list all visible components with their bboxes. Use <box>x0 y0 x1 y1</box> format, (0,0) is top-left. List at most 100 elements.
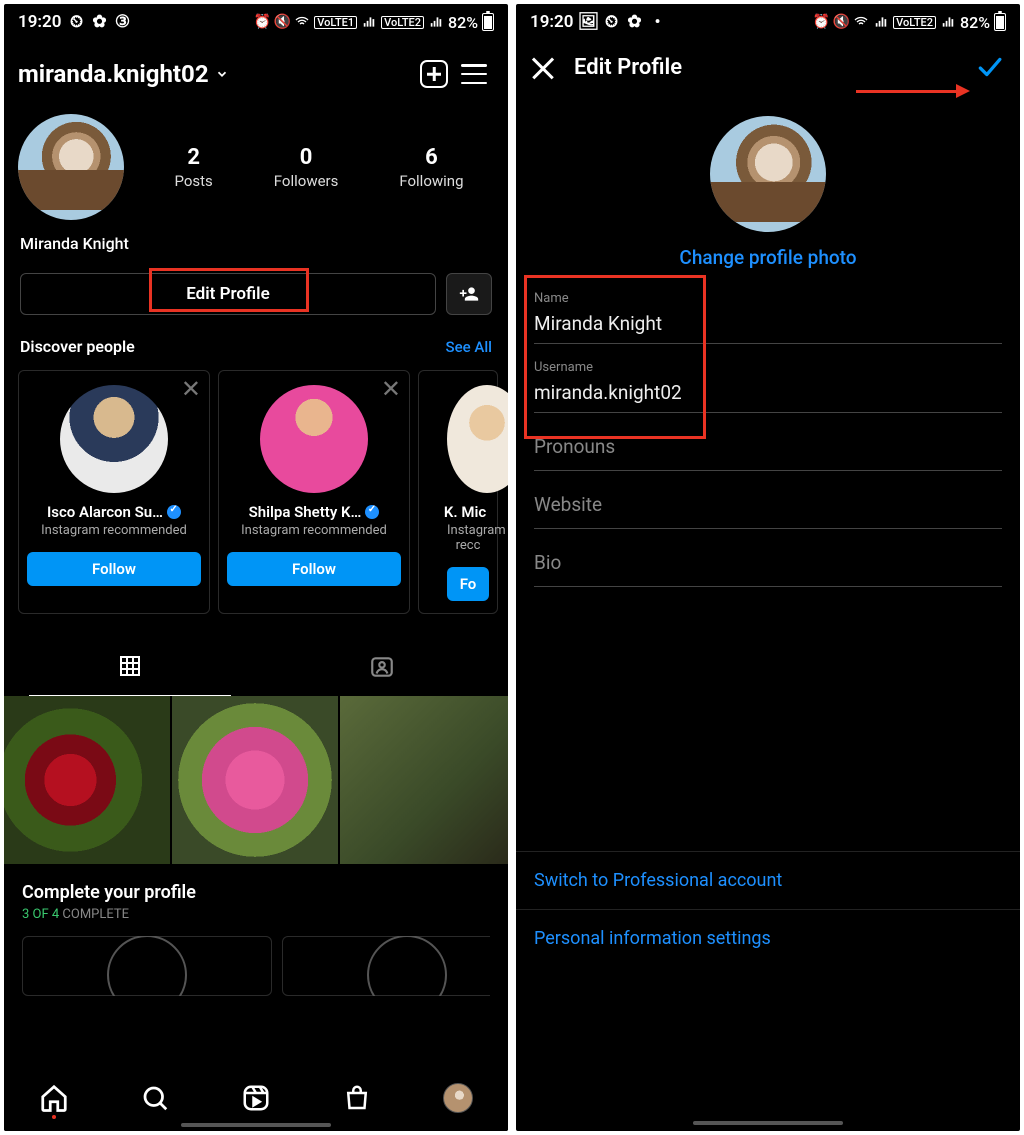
edit-profile-avatar[interactable] <box>710 116 826 232</box>
post-thumbnail[interactable] <box>4 696 170 864</box>
discover-cards-row[interactable]: ✕ Isco Alarcon Su… Instagram recommended… <box>4 364 508 626</box>
username-field[interactable]: Username miranda.knight02 <box>534 348 1002 413</box>
edit-profile-title: Edit Profile <box>574 55 954 80</box>
complete-cards-row[interactable] <box>22 936 490 996</box>
reels-icon <box>241 1083 271 1113</box>
signal-icon <box>873 14 889 30</box>
suggestion-name: K. Mic <box>427 503 489 521</box>
nav-reels[interactable] <box>241 1083 271 1113</box>
bio-field[interactable]: Bio <box>534 533 1002 587</box>
signal-icon-2 <box>940 14 956 30</box>
follow-button[interactable]: Fo <box>447 567 489 601</box>
complete-profile-section: Complete your profile 3 OF 4 COMPLETE <box>4 864 508 1000</box>
search-icon <box>140 1083 170 1113</box>
suggestion-name: Isco Alarcon Su… <box>27 503 201 521</box>
chevron-down-icon <box>215 67 229 81</box>
complete-profile-title: Complete your profile <box>22 882 490 903</box>
complete-card[interactable] <box>282 936 490 996</box>
tab-grid[interactable] <box>4 642 256 696</box>
wifi-icon <box>294 14 310 30</box>
close-card-button[interactable]: ✕ <box>381 377 401 401</box>
suggestion-source: Instagram recommended <box>227 523 401 538</box>
suggestion-avatar[interactable] <box>60 385 168 493</box>
edit-profile-header: Edit Profile <box>516 38 1020 92</box>
discover-title: Discover people <box>20 337 135 356</box>
settings-badge-icon: ✿ <box>626 14 642 30</box>
spacer <box>516 591 1020 851</box>
suggestion-avatar[interactable] <box>447 385 508 493</box>
nav-profile[interactable] <box>443 1083 473 1113</box>
wifi-icon <box>853 14 869 30</box>
signal-icon <box>361 14 377 30</box>
battery-percentage: 82% <box>960 13 990 32</box>
close-card-button[interactable]: ✕ <box>181 377 201 401</box>
nav-shop[interactable] <box>342 1083 372 1113</box>
confirm-check-button[interactable] <box>972 54 1006 80</box>
follow-button[interactable]: Follow <box>227 552 401 586</box>
bottom-nav <box>4 1065 508 1131</box>
personal-info-settings-link[interactable]: Personal information settings <box>516 909 1020 967</box>
change-profile-photo-link[interactable]: Change profile photo <box>516 246 1020 269</box>
create-post-button[interactable] <box>414 54 454 94</box>
nav-home[interactable] <box>39 1083 69 1113</box>
alarm-icon: ⏲ <box>68 14 84 30</box>
post-thumbnail[interactable] <box>340 696 508 864</box>
discover-people-button[interactable] <box>446 273 492 315</box>
hamburger-icon <box>461 64 487 84</box>
stat-followers[interactable]: 0 Followers <box>274 145 339 190</box>
notification-dot <box>52 1115 56 1119</box>
username-dropdown[interactable]: miranda.knight02 <box>18 60 414 88</box>
menu-button[interactable] <box>454 54 494 94</box>
discover-card: ✕ Isco Alarcon Su… Instagram recommended… <box>18 370 210 614</box>
follow-button[interactable]: Follow <box>27 552 201 586</box>
volte-icon: VoLTE1 <box>314 16 357 29</box>
tagged-icon <box>369 654 395 680</box>
stat-posts-label: Posts <box>174 172 212 190</box>
settings-badge-icon: ✿ <box>91 14 107 30</box>
see-all-link[interactable]: See All <box>446 338 492 356</box>
verified-badge-icon <box>167 505 181 519</box>
switch-professional-link[interactable]: Switch to Professional account <box>516 851 1020 909</box>
name-field[interactable]: Name Miranda Knight <box>534 279 1002 344</box>
website-field[interactable]: Website <box>534 475 1002 529</box>
profile-header: miranda.knight02 <box>4 38 508 104</box>
suggestion-avatar[interactable] <box>260 385 368 493</box>
stat-followers-count: 0 <box>274 145 339 170</box>
profile-avatar[interactable] <box>18 114 124 220</box>
post-thumbnail[interactable] <box>172 696 338 864</box>
close-button[interactable] <box>530 54 556 80</box>
stat-followers-label: Followers <box>274 172 339 190</box>
nav-search[interactable] <box>140 1083 170 1113</box>
suggestion-name: Shilpa Shetty K… <box>227 503 401 521</box>
stat-following-label: Following <box>399 172 463 190</box>
signal-icon-2 <box>428 14 444 30</box>
suggestion-source: Instagram recc <box>427 523 489 553</box>
gesture-bar <box>693 1121 843 1125</box>
username-text: miranda.knight02 <box>18 60 209 88</box>
stat-posts[interactable]: 2 Posts <box>174 145 212 190</box>
left-phone-profile: 19:20 ⏲ ✿ ③ ⏰ 🔇 VoLTE1 VoLTE2 82% mirand… <box>4 4 508 1131</box>
username-label: Username <box>534 360 1002 375</box>
complete-card[interactable] <box>22 936 272 996</box>
add-person-icon <box>458 284 480 304</box>
status-bar: 19:20 🖼 ⏲ ✿ • ⏰ 🔇 VoLTE2 82% <box>516 4 1020 38</box>
circle-3-icon: ③ <box>114 14 130 30</box>
mute-icon: 🔇 <box>274 14 290 30</box>
pronouns-field[interactable]: Pronouns <box>534 417 1002 471</box>
complete-profile-progress: 3 OF 4 COMPLETE <box>22 907 490 922</box>
name-value: Miranda Knight <box>534 306 1002 343</box>
tab-tagged[interactable] <box>256 642 508 696</box>
stat-posts-count: 2 <box>174 145 212 170</box>
stat-following-count: 6 <box>399 145 463 170</box>
stat-following[interactable]: 6 Following <box>399 145 463 190</box>
battery-icon <box>482 13 494 31</box>
discover-people-header: Discover people See All <box>4 329 508 364</box>
status-time: 19:20 <box>18 12 61 32</box>
alarm-icon-2: ⏰ <box>813 14 829 30</box>
volte-icon: VoLTE2 <box>893 16 936 29</box>
status-time: 19:20 <box>530 12 573 32</box>
edit-profile-button[interactable]: Edit Profile <box>20 273 436 315</box>
shop-icon <box>342 1083 372 1113</box>
plus-square-icon <box>420 60 448 88</box>
battery-icon <box>994 13 1006 31</box>
